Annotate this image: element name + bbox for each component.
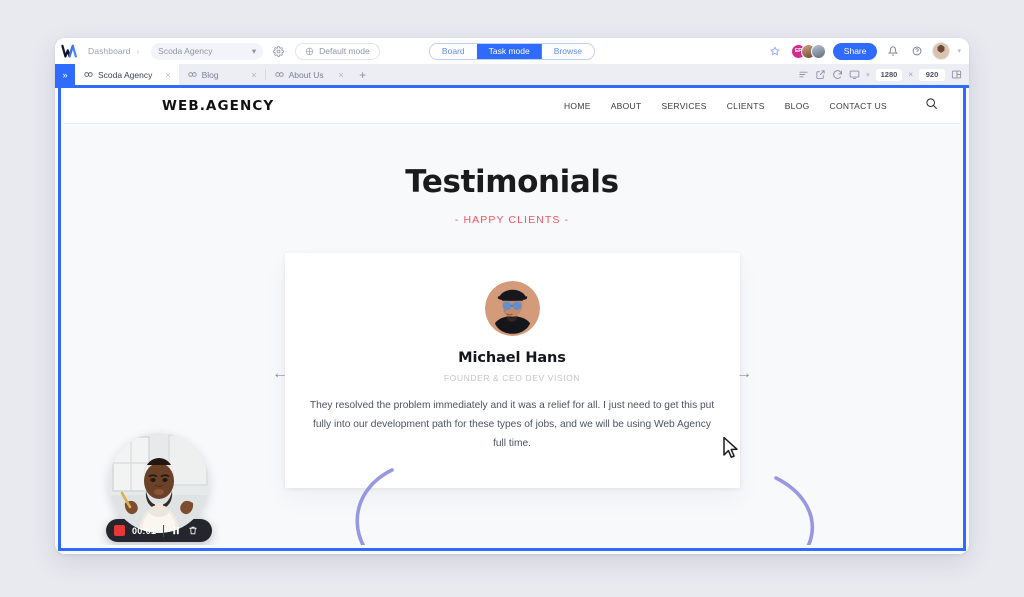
testimonial-name: Michael Hans xyxy=(458,350,566,366)
bell-icon[interactable] xyxy=(884,43,901,60)
link-icon xyxy=(84,72,93,77)
tab-title: Scoda Agency xyxy=(98,69,153,80)
tab-scoda-agency[interactable]: Scoda Agency × xyxy=(75,64,179,85)
viewport-frame: WEB.AGENCY HOME ABOUT SERVICES CLIENTS B… xyxy=(58,88,966,551)
carousel-next-arrow[interactable]: → xyxy=(736,365,752,383)
browser-tabbar: » Scoda Agency × Blog × About Us × + ▾ 1… xyxy=(55,64,969,85)
dimension-multiply-symbol: × xyxy=(908,70,913,79)
nav-item-home[interactable]: HOME xyxy=(564,101,591,111)
new-tab-button[interactable]: + xyxy=(352,64,374,85)
control-divider xyxy=(163,524,165,537)
testimonial-avatar xyxy=(484,281,540,336)
nav-item-clients[interactable]: CLIENTS xyxy=(727,101,765,111)
browser-viewport: WEB.AGENCY HOME ABOUT SERVICES CLIENTS B… xyxy=(55,85,969,554)
panel-layout-icon[interactable] xyxy=(951,69,962,80)
nav-item-blog[interactable]: BLOG xyxy=(785,101,810,111)
screen-recorder-widget: 00:01 xyxy=(106,433,212,542)
close-icon[interactable]: × xyxy=(243,70,256,80)
list-lines-icon[interactable] xyxy=(798,69,809,80)
default-mode-button[interactable]: Default mode xyxy=(295,42,380,60)
share-button[interactable]: Share xyxy=(832,42,878,60)
site-header: WEB.AGENCY HOME ABOUT SERVICES CLIENTS B… xyxy=(64,88,960,124)
project-selector[interactable]: Scoda Agency ▾ xyxy=(151,42,264,60)
search-icon[interactable] xyxy=(925,97,938,115)
crosshair-icon xyxy=(305,47,314,55)
hero-section: Testimonials - HAPPY CLIENTS - xyxy=(64,124,960,226)
pause-icon[interactable] xyxy=(171,525,181,536)
collaborator-avatars[interactable]: EP xyxy=(790,43,826,59)
nav-item-contact-us[interactable]: CONTACT US xyxy=(830,101,887,111)
close-icon[interactable]: × xyxy=(330,70,343,80)
nav-item-services[interactable]: SERVICES xyxy=(661,101,706,111)
tab-title: Blog xyxy=(201,69,219,80)
project-name: Scoda Agency xyxy=(158,46,213,56)
testimonial-card: Michael Hans FOUNDER & CEO DEV VISION Th… xyxy=(284,253,740,488)
recording-timer: 00:01 xyxy=(132,525,157,536)
default-mode-label: Default mode xyxy=(319,46,370,56)
page-title: Testimonials xyxy=(405,164,619,200)
website-content: WEB.AGENCY HOME ABOUT SERVICES CLIENTS B… xyxy=(64,88,960,545)
avatar xyxy=(810,43,826,59)
page-subtitle: - HAPPY CLIENTS - xyxy=(454,214,570,226)
chevrons-right-icon[interactable]: » xyxy=(55,64,75,85)
segment-browse[interactable]: Browse xyxy=(541,43,595,59)
refresh-icon[interactable] xyxy=(832,69,843,80)
profile-chevron-down-icon[interactable]: ▾ xyxy=(957,47,961,55)
help-circle-icon[interactable] xyxy=(908,43,925,60)
testimonial-quote: They resolved the problem immediately an… xyxy=(309,400,715,449)
link-icon xyxy=(187,72,197,77)
testimonial-role: FOUNDER & CEO DEV VISION xyxy=(443,373,581,383)
gear-icon[interactable] xyxy=(270,43,287,60)
tab-blog[interactable]: Blog × xyxy=(179,64,265,85)
site-nav: HOME ABOUT SERVICES CLIENTS BLOG CONTACT… xyxy=(564,97,938,115)
star-icon[interactable] xyxy=(767,43,784,60)
tab-title: About Us xyxy=(288,69,324,80)
link-icon xyxy=(274,72,284,77)
segment-board[interactable]: Board xyxy=(429,43,477,59)
tabbar-tools: ▾ 1280 × 920 xyxy=(798,64,969,85)
site-logo[interactable]: WEB.AGENCY xyxy=(162,98,274,114)
monitor-icon[interactable] xyxy=(849,69,860,80)
external-link-icon[interactable] xyxy=(815,69,826,80)
segment-task-mode[interactable]: Task mode xyxy=(476,43,542,59)
close-icon[interactable]: × xyxy=(157,70,170,80)
viewport-height-input[interactable]: 920 xyxy=(919,68,945,81)
webcam-preview[interactable] xyxy=(109,433,209,533)
nav-item-about[interactable]: ABOUT xyxy=(611,101,642,111)
app-topbar: Dashboard › Scoda Agency ▾ Default mode … xyxy=(55,38,969,64)
breadcrumb-dashboard[interactable]: Dashboard xyxy=(88,46,130,56)
topbar-right-cluster: EP Share ▾ xyxy=(767,42,961,60)
monitor-chevron-down-icon[interactable]: ▾ xyxy=(866,71,870,79)
chevron-down-icon: ▾ xyxy=(251,45,257,56)
profile-avatar[interactable] xyxy=(932,42,951,60)
view-mode-segmented-control: Board Task mode Browse xyxy=(428,42,596,60)
tab-about-us[interactable]: About Us × xyxy=(266,64,352,85)
breadcrumb-separator: › xyxy=(136,46,140,56)
app-window: Dashboard › Scoda Agency ▾ Default mode … xyxy=(55,38,969,554)
stop-square-icon[interactable] xyxy=(114,525,125,536)
trash-icon[interactable] xyxy=(188,525,198,536)
viewport-width-input[interactable]: 1280 xyxy=(875,68,903,81)
w-logo-icon[interactable] xyxy=(61,43,78,60)
